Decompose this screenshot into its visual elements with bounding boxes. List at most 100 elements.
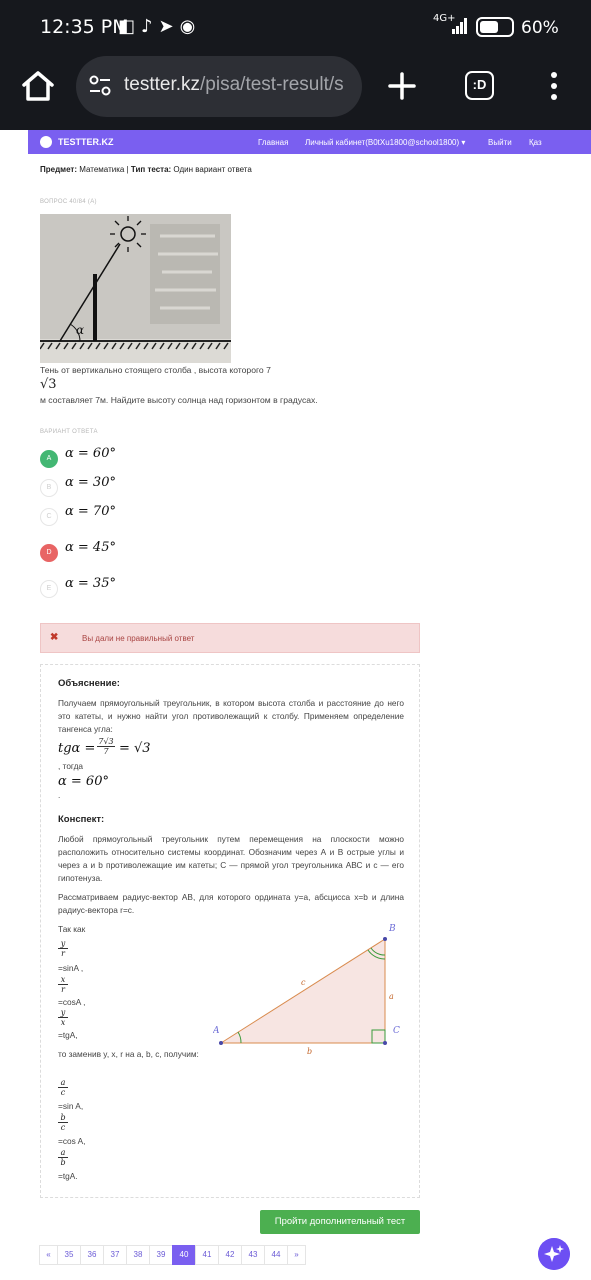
frac-num: b — [58, 1113, 68, 1123]
additional-test-button[interactable]: Пройти дополнительный тест — [260, 1210, 420, 1234]
frac-num: x — [58, 975, 68, 985]
battery-icon — [476, 17, 514, 37]
image-alpha-label: α — [76, 323, 84, 337]
question-text-continued: м составляет 7м. Найдите высоту солнца н… — [40, 395, 318, 405]
triangle-diagram: A B C a b c — [213, 924, 400, 1054]
answer-option-b[interactable]: B α = 30° — [40, 475, 240, 497]
nav-language[interactable]: Қаз — [529, 138, 542, 147]
url-host: testter.kz — [124, 74, 201, 95]
tabs-button[interactable]: :D — [465, 71, 494, 100]
frac-den: c — [60, 1088, 66, 1097]
frac-num: a — [58, 1078, 68, 1088]
side-c-label: c — [301, 978, 306, 987]
side-b-label: b — [307, 1047, 312, 1054]
answer-option-c[interactable]: C α = 70° — [40, 504, 240, 526]
pagination-page[interactable]: 44 — [264, 1245, 288, 1265]
konspekt-title: Конспект: — [58, 814, 105, 825]
alert-message: Вы дали не правильный ответ — [82, 634, 195, 643]
fraction-denominator: 7 — [103, 747, 109, 756]
explanation-panel: Объяснение: Получаем прямоугольный треуг… — [40, 664, 420, 1198]
pagination-prev[interactable]: « — [39, 1245, 58, 1265]
nav-account[interactable]: Личный кабинет(B0tXu1800@school1800) ▾ — [305, 138, 465, 147]
pagination-page-active[interactable]: 40 — [172, 1245, 196, 1265]
pagination-page[interactable]: 36 — [80, 1245, 104, 1265]
nav-logout[interactable]: Выйти — [488, 138, 512, 147]
test-meta: Предмет: Математика | Тип теста: Один ва… — [40, 165, 252, 174]
answers-label: ВАРИАНТ ОТВЕТА — [40, 429, 98, 435]
question-text: Тень от вертикально стоящего столба , вы… — [40, 365, 271, 375]
browser-toolbar: testter.kz/pisa/test-result/s :D — [0, 56, 591, 130]
then-text: , тогда — [58, 761, 84, 771]
cos-formula: =cosA , — [58, 997, 86, 1007]
frac-den: c — [60, 1123, 66, 1132]
frac-den: r — [61, 949, 65, 958]
pagination-page[interactable]: 37 — [103, 1245, 127, 1265]
explanation-text: Получаем прямоугольный треугольник, в ко… — [58, 698, 404, 734]
frac-num: a — [58, 1148, 68, 1158]
option-formula: α = 35° — [65, 576, 116, 591]
option-letter: D — [40, 544, 58, 562]
pagination-page[interactable]: 39 — [149, 1245, 173, 1265]
fraction-x-r: x r — [58, 975, 68, 994]
new-tab-icon[interactable] — [388, 72, 416, 100]
cos-a-formula: =cos A, — [58, 1136, 86, 1146]
nav-home[interactable]: Главная — [258, 138, 288, 147]
result-formula: α = 60° — [58, 774, 109, 789]
answer-option-d[interactable]: D α = 45° — [40, 540, 240, 562]
pagination-page[interactable]: 41 — [195, 1245, 219, 1265]
frac-num: y — [58, 939, 68, 949]
answer-option-a[interactable]: A α = 60° — [40, 446, 240, 468]
pagination-page[interactable]: 35 — [57, 1245, 81, 1265]
frac-den: r — [61, 985, 65, 994]
option-letter: B — [40, 479, 58, 497]
formula-fraction: 7√3 7 — [97, 737, 115, 756]
frac-den: b — [60, 1158, 66, 1167]
logo-icon — [40, 136, 52, 148]
vertex-b: B — [388, 924, 396, 934]
notification-icons: ◧♪➤◉ — [118, 16, 202, 37]
dot: . — [58, 790, 61, 800]
option-letter: A — [40, 450, 58, 468]
option-formula: α = 30° — [65, 475, 116, 490]
url-text[interactable]: testter.kz/pisa/test-result/s — [124, 74, 354, 96]
signal-icon — [452, 18, 467, 34]
frac-num: y — [58, 1008, 68, 1018]
option-formula: α = 45° — [65, 540, 116, 555]
question-image: α — [40, 214, 231, 363]
side-a-label: a — [389, 992, 394, 1001]
konspekt-paragraph-1: Любой прямоугольный треугольник путем пе… — [58, 834, 404, 883]
explanation-title: Объяснение: — [58, 678, 120, 689]
pagination-page[interactable]: 38 — [126, 1245, 150, 1265]
subject-label: Предмет: — [40, 165, 78, 174]
subject-value: Математика — [79, 165, 125, 174]
address-bar[interactable]: testter.kz/pisa/test-result/s — [76, 56, 362, 117]
vertex-a: A — [213, 1026, 220, 1036]
question-sqrt: √3 — [40, 377, 57, 392]
clock: 12:35 PM — [40, 16, 129, 38]
wrong-answer-alert: ✖ Вы дали не правильный ответ — [40, 623, 420, 653]
sparkle-fab-icon[interactable] — [538, 1238, 570, 1270]
tg-a-formula: =tgA. — [58, 1171, 78, 1181]
fraction-numerator: 7√3 — [97, 737, 115, 747]
pagination-next[interactable]: » — [287, 1245, 306, 1265]
option-formula: α = 60° — [65, 446, 116, 461]
tak-kak-text: Так как — [58, 924, 86, 934]
option-letter: E — [40, 580, 58, 598]
answer-option-e[interactable]: E α = 35° — [40, 576, 240, 598]
site-navbar: TESTTER.KZ Главная Личный кабинет(B0tXu1… — [28, 130, 591, 154]
site-settings-icon[interactable] — [88, 75, 112, 97]
pagination-page[interactable]: 43 — [241, 1245, 265, 1265]
sin-formula: =sinA , — [58, 963, 84, 973]
tg-formula: =tgA, — [58, 1030, 78, 1040]
battery-percent: 60% — [521, 18, 559, 38]
konspekt-paragraph-2: Рассматриваем радиус-вектор АВ, для кото… — [58, 892, 404, 915]
home-icon[interactable] — [18, 66, 58, 106]
brand-logo[interactable]: TESTTER.KZ — [58, 137, 114, 147]
url-path: /pisa/test-result/s — [200, 74, 344, 95]
option-formula: α = 70° — [65, 504, 116, 519]
type-value: Один вариант ответа — [173, 165, 252, 174]
type-label: Тип теста: — [130, 165, 172, 174]
replace-text: то заменив y, x, r на a, b, c, получим: — [58, 1049, 199, 1059]
pagination-page[interactable]: 42 — [218, 1245, 242, 1265]
more-menu-icon[interactable] — [549, 71, 559, 101]
